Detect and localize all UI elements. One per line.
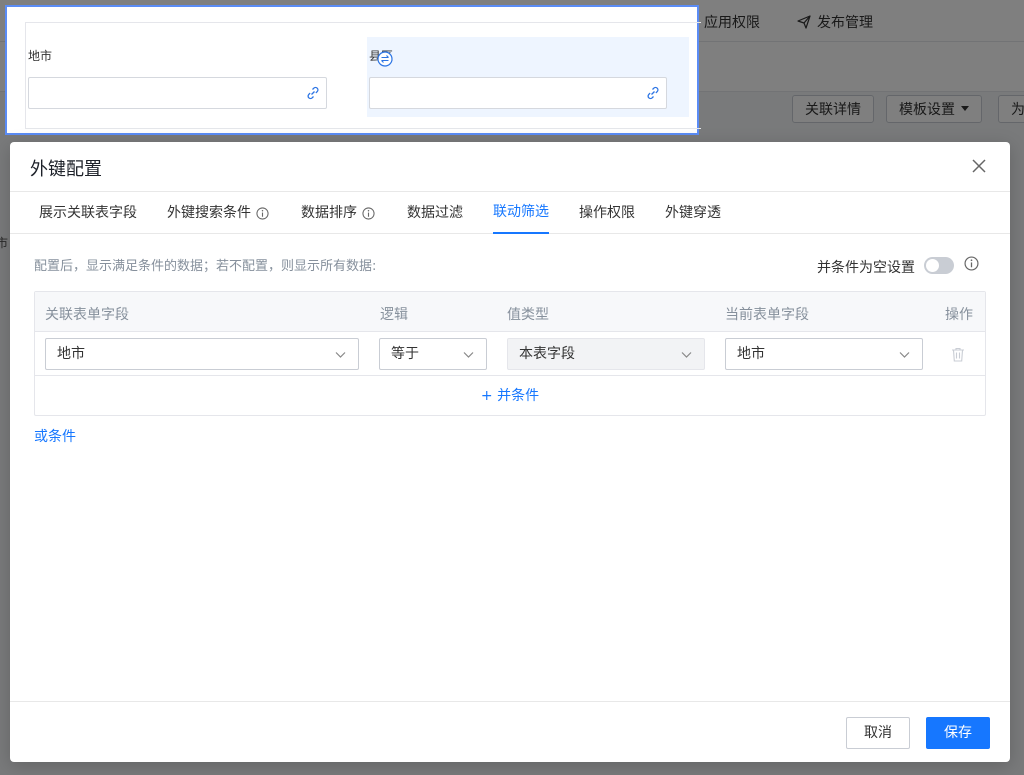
- link-icon: [647, 86, 659, 100]
- tab-label: 外键穿透: [665, 205, 721, 221]
- foreign-key-config-modal: 外键配置 展示关联表字段 外键搜索条件 数据排序 数据过滤 联动筛选 操作权限 …: [10, 142, 1010, 762]
- info-icon: [256, 207, 269, 220]
- tab-data-filter[interactable]: 数据过滤: [407, 193, 463, 234]
- empty-and-condition-label: 并条件为空设置: [817, 260, 915, 276]
- tab-search-conditions[interactable]: 外键搜索条件: [167, 193, 269, 234]
- header-related-field: 关联表单字段: [45, 307, 129, 323]
- current-field-select[interactable]: 地市: [725, 338, 923, 370]
- close-icon[interactable]: [970, 157, 988, 175]
- select-value: 本表字段: [519, 346, 575, 362]
- tab-operation-permissions[interactable]: 操作权限: [579, 193, 635, 234]
- select-value: 地市: [57, 346, 85, 362]
- cancel-button[interactable]: 取消: [846, 717, 910, 749]
- modal-title: 外键配置: [30, 159, 102, 180]
- form-preview-row: 地市 县区: [25, 22, 701, 129]
- modal-header: 外键配置: [10, 142, 1010, 192]
- add-or-condition-link[interactable]: 或条件: [34, 426, 76, 446]
- select-value: 地市: [737, 346, 765, 362]
- field-city-label: 地市: [28, 49, 53, 63]
- tab-foreign-key-drillthrough[interactable]: 外键穿透: [665, 193, 721, 234]
- chevron-down-icon: [681, 352, 692, 358]
- field-county-input[interactable]: [369, 77, 667, 109]
- field-city-input[interactable]: [28, 77, 327, 109]
- value-type-select: 本表字段: [507, 338, 705, 370]
- tab-label: 展示关联表字段: [39, 205, 137, 221]
- table-row: 地市 等于 本表字段 地市: [35, 333, 985, 376]
- tab-label: 外键搜索条件: [167, 205, 251, 221]
- modal-tabs: 展示关联表字段 外键搜索条件 数据排序 数据过滤 联动筛选 操作权限 外键穿透: [10, 193, 1010, 234]
- chevron-down-icon: [335, 352, 346, 358]
- add-and-condition-button[interactable]: + 并条件: [35, 378, 985, 415]
- empty-and-condition-toggle[interactable]: [924, 257, 954, 274]
- info-icon[interactable]: [964, 256, 979, 271]
- tab-label: 联动筛选: [493, 204, 549, 220]
- logic-select[interactable]: 等于: [379, 338, 487, 370]
- header-value-type: 值类型: [507, 307, 549, 323]
- related-field-select[interactable]: 地市: [45, 338, 359, 370]
- select-value: 等于: [391, 346, 419, 362]
- tab-display-fields[interactable]: 展示关联表字段: [39, 193, 137, 234]
- tab-label: 数据过滤: [407, 205, 463, 221]
- info-icon: [362, 207, 375, 220]
- chevron-down-icon: [463, 352, 474, 358]
- field-county[interactable]: 县区: [367, 37, 689, 117]
- condition-table-header: 关联表单字段 逻辑 值类型 当前表单字段 操作: [35, 292, 985, 332]
- delete-icon[interactable]: [951, 347, 965, 362]
- tab-data-sort[interactable]: 数据排序: [301, 193, 375, 234]
- tab-label: 操作权限: [579, 205, 635, 221]
- modal-footer: 取消 保存: [10, 701, 1010, 762]
- swap-icon[interactable]: [377, 51, 393, 67]
- field-city[interactable]: 地市: [26, 37, 346, 117]
- header-current-field: 当前表单字段: [725, 307, 809, 323]
- form-preview-highlight: 地市 县区: [5, 5, 701, 135]
- chevron-down-icon: [899, 352, 910, 358]
- tab-linked-filter[interactable]: 联动筛选: [493, 193, 549, 234]
- save-button[interactable]: 保存: [926, 717, 990, 749]
- header-actions: 操作: [945, 307, 973, 323]
- header-logic: 逻辑: [380, 307, 408, 323]
- config-description: 配置后，显示满足条件的数据；若不配置，则显示所有数据:: [34, 259, 377, 274]
- condition-table: 关联表单字段 逻辑 值类型 当前表单字段 操作 地市 等于 本表字段 地市 + …: [34, 291, 986, 416]
- tab-label: 数据排序: [301, 205, 357, 221]
- link-icon: [307, 86, 319, 100]
